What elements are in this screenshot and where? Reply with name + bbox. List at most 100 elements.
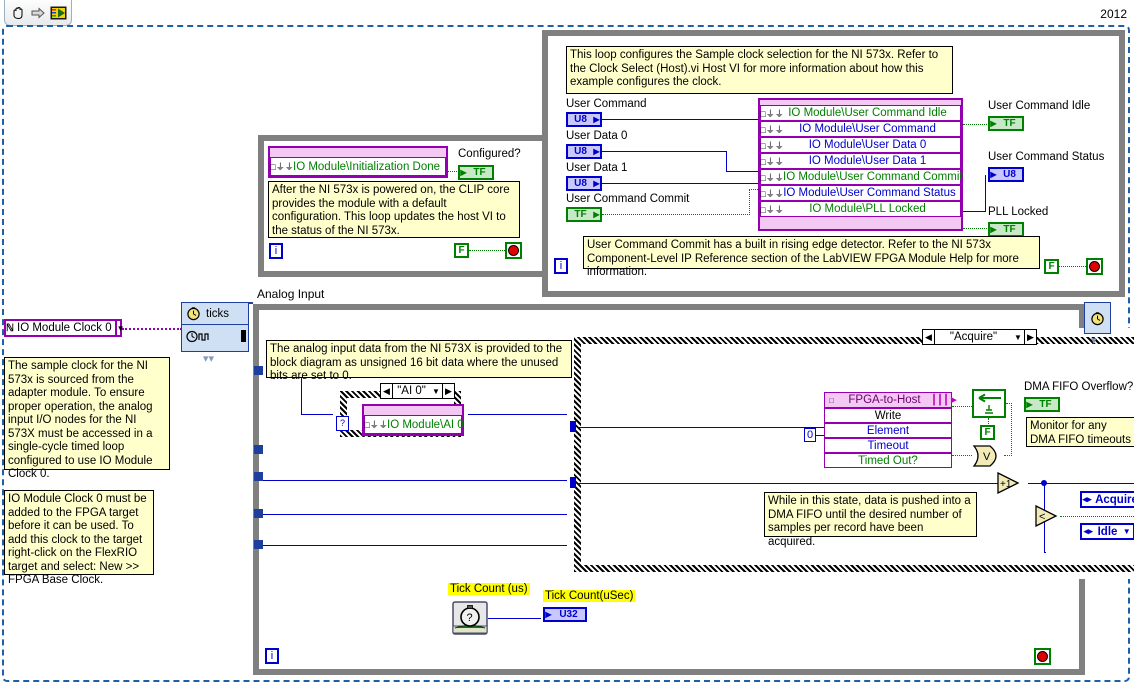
output-indicator-pll-locked[interactable]: ▶ TF — [988, 222, 1024, 237]
next-case-icon[interactable]: ▶ — [442, 384, 454, 398]
configured-indicator-value: TF — [467, 167, 492, 178]
prev-case-icon[interactable]: ◀ — [923, 330, 935, 344]
hand-tool-icon[interactable] — [9, 4, 26, 22]
io-row-user-command[interactable]: □⏚⏚ IO Module\User Command — [760, 121, 961, 137]
timed-loop-right-expand-icon[interactable]: ▾ — [1091, 334, 1097, 347]
io-node-initialization-done[interactable]: □⏚⏚ IO Module\Initialization Done — [268, 146, 448, 178]
chevron-down-icon[interactable]: ▼ — [114, 321, 125, 335]
version-label: 2012 — [1097, 7, 1130, 21]
arrow-tool-icon[interactable] — [29, 4, 46, 22]
case-input-tunnel[interactable] — [570, 421, 576, 432]
ai-case-selector[interactable]: ◀ "AI 0" ▼ ▶ — [380, 383, 455, 399]
input-terminal-user-command[interactable]: U8 ▶ — [566, 112, 602, 127]
state-case-structure[interactable]: ◀ "Acquire" ▼ ▶ □ FPGA-to-Host ┃┃┃► Writ… — [567, 329, 1134, 579]
configured-indicator[interactable]: ▶ TF — [458, 165, 494, 180]
labview-run-icon[interactable] — [50, 4, 67, 22]
enum-updown-icon[interactable]: ◂▸ — [1082, 526, 1095, 537]
shift-register-left-5[interactable] — [254, 540, 263, 549]
output-indicator-pll-locked-value: TF — [997, 224, 1022, 235]
io-row-label: IO Module\PLL Locked — [809, 203, 926, 215]
enum-acquire-value: Acquire — [1095, 493, 1134, 506]
io-row-label: IO Module\User Data 1 — [808, 155, 927, 167]
ticks-label: ticks — [206, 307, 229, 320]
prev-case-icon[interactable]: ◀ — [381, 384, 393, 398]
false-constant[interactable]: F — [1044, 259, 1059, 274]
io-row-pll-locked[interactable]: □⏚⏚ IO Module\PLL Locked — [760, 201, 961, 217]
dma-overflow-indicator[interactable]: ▶ TF — [1024, 397, 1060, 412]
output-indicator-user-command-idle[interactable]: ▶ TF — [988, 116, 1024, 131]
next-case-icon[interactable]: ▶ — [1024, 330, 1036, 344]
io-row-user-data-1[interactable]: □⏚⏚ IO Module\User Data 1 — [760, 153, 961, 169]
fifo-row-timeout[interactable]: Timeout — [824, 438, 952, 453]
ai-0-case-structure[interactable]: ◀ "AI 0" ▼ ▶ ? □⏚⏚ IO Module\AI 0 — [333, 383, 468, 444]
tick-count-vi[interactable]: ? — [452, 600, 488, 636]
input-label-user-data-0: User Data 0 — [566, 130, 628, 142]
io-row-label: IO Module\User Command Commit — [783, 171, 963, 183]
timeout-constant[interactable]: 0 — [804, 428, 817, 442]
shift-register-left-3[interactable] — [254, 472, 263, 481]
loop-stop-condition[interactable] — [505, 242, 522, 259]
state-case-selector[interactable]: ◀ "Acquire" ▼ ▶ — [922, 329, 1037, 345]
enum-updown-icon[interactable]: ◂▸ — [1082, 494, 1092, 505]
false-constant[interactable]: F — [454, 243, 469, 258]
feedback-arrow-icon — [978, 393, 1001, 403]
shift-register-left-2[interactable] — [254, 445, 263, 454]
input-terminal-user-data-0[interactable]: U8 ▶ — [566, 144, 602, 159]
shift-register-left-1[interactable] — [254, 366, 263, 375]
timed-loop-expand-icon[interactable]: ▾▾ — [203, 352, 214, 365]
timed-loop-input-node[interactable]: ticks — [181, 302, 249, 352]
io-row-user-command-commit[interactable]: □⏚⏚ IO Module\User Command Commit — [760, 169, 963, 185]
fifo-row-timed-out[interactable]: Timed Out? — [824, 453, 952, 468]
tick-count-indicator[interactable]: ▶ U32 — [543, 607, 587, 622]
io-signal-icon: □⏚⏚ — [760, 125, 784, 136]
iteration-terminal: i — [265, 648, 279, 664]
enum-constant-idle[interactable]: ◂▸ Idle ▼ — [1080, 523, 1134, 540]
init-loop-comment: After the NI 573x is powered on, the CLI… — [268, 181, 520, 238]
fifo-header-label: FPGA-to-Host — [848, 394, 921, 406]
chevron-down-icon[interactable]: ▼ — [430, 387, 442, 396]
increment-operator[interactable]: +1 — [996, 472, 1028, 494]
overflow-false-constant[interactable]: F — [980, 425, 995, 440]
timed-loop-output-node[interactable] — [1084, 302, 1111, 334]
state-case-label: "Acquire" — [949, 331, 998, 343]
enum-constant-acquire[interactable]: ◂▸ Acquire ▼ — [1080, 491, 1134, 508]
io-row-user-command-idle[interactable]: □⏚⏚ IO Module\User Command Idle — [760, 105, 961, 121]
dma-overflow-value: TF — [1033, 399, 1058, 410]
clock-loop-top-comment: This loop configures the Sample clock se… — [566, 46, 953, 94]
svg-text:V: V — [983, 451, 991, 463]
io-module-clock-constant[interactable]: ℕ IO Module Clock 0 ▼ — [4, 319, 125, 337]
loop-stop-condition[interactable] — [1034, 648, 1051, 665]
case-input-tunnel-2[interactable] — [570, 477, 576, 488]
io-node-ai-0[interactable]: □⏚⏚ IO Module\AI 0 — [362, 404, 464, 436]
io-row-label: IO Module\User Command — [799, 123, 936, 135]
dma-overflow-comment: Monitor for any DMA FIFO timeouts — [1026, 417, 1134, 447]
chevron-down-icon[interactable]: ▼ — [1120, 527, 1133, 536]
fifo-row-element[interactable]: Element — [824, 423, 952, 438]
input-label-user-data-1: User Data 1 — [566, 162, 628, 174]
less-than-operator[interactable]: < — [1034, 505, 1066, 527]
input-terminal-user-data-1[interactable]: U8 ▶ — [566, 176, 602, 191]
fpga-to-host-fifo-node[interactable]: □ FPGA-to-Host ┃┃┃► Write Element Timeou… — [824, 392, 959, 468]
output-indicator-user-command-status-value: U8 — [997, 169, 1022, 180]
io-signal-icon: □⏚⏚ — [760, 157, 784, 168]
io-row-user-data-0[interactable]: □⏚⏚ IO Module\User Data 0 — [760, 137, 961, 153]
analog-input-timed-loop: Analog Input ticks ▾▾ ▾ The analog input… — [181, 287, 1134, 675]
output-indicator-user-command-status[interactable]: ▶ U8 — [988, 167, 1024, 182]
feedback-node[interactable] — [972, 389, 1006, 418]
loop-stop-condition[interactable] — [1086, 258, 1103, 275]
io-row-user-command-status[interactable]: □⏚⏚ IO Module\User Command Status — [760, 185, 961, 201]
shift-register-left-4[interactable] — [254, 509, 263, 518]
io-node-user-command[interactable]: □⏚⏚ IO Module\User Command Idle □⏚⏚ IO M… — [758, 98, 963, 231]
clock-face-icon — [1090, 311, 1105, 326]
input-terminal-user-command-value: U8 — [568, 114, 593, 125]
or-gate[interactable]: V — [972, 445, 1004, 467]
chevron-down-icon[interactable]: ▼ — [1012, 333, 1024, 342]
svg-text:<: < — [1039, 511, 1045, 523]
io-row-label: IO Module\User Command Idle — [788, 107, 947, 119]
io-signal-icon: □⏚⏚ — [760, 189, 784, 200]
toolbar[interactable] — [4, 0, 72, 26]
input-label-user-command: User Command — [566, 98, 647, 110]
case-selector-terminal[interactable]: ? — [336, 416, 349, 431]
input-terminal-user-command-commit[interactable]: TF ▶ — [566, 207, 602, 222]
io-signal-icon: □⏚⏚ — [364, 421, 388, 431]
